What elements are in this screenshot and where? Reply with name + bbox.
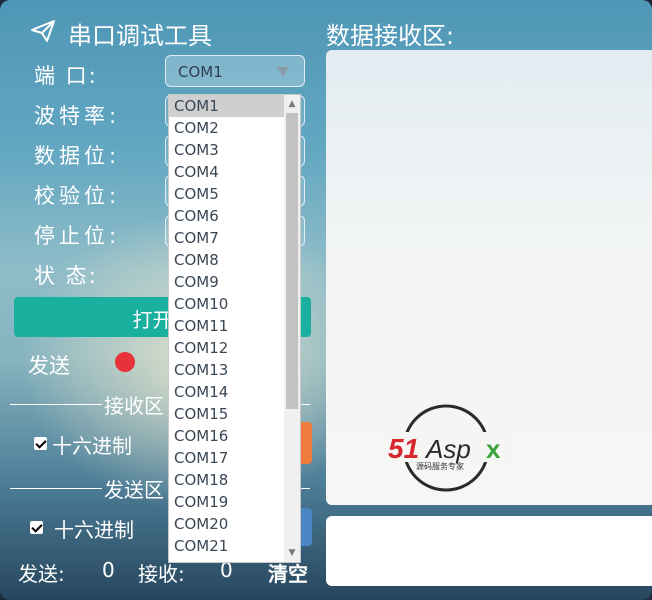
dropdown-option[interactable]: COM18: [169, 469, 285, 491]
dropdown-arrow-icon[interactable]: [277, 67, 289, 77]
dropdown-scrollbar[interactable]: ▲ ▼: [284, 95, 300, 562]
svg-text:源码服务专家: 源码服务专家: [416, 461, 464, 471]
scroll-down-icon[interactable]: ▼: [286, 546, 298, 560]
receive-area-title: 数据接收区:: [326, 22, 455, 50]
receive-section-label: 接收区: [104, 394, 164, 418]
dropdown-option[interactable]: COM13: [169, 359, 285, 381]
dropdown-option[interactable]: COM7: [169, 227, 285, 249]
divider: [10, 404, 102, 405]
paper-plane-icon: [31, 20, 55, 42]
data-bits-label: 数据位:: [34, 144, 121, 168]
dropdown-option[interactable]: COM14: [169, 381, 285, 403]
stop-bits-label: 停止位:: [34, 224, 121, 248]
send-indicator-dot: [115, 352, 135, 372]
scroll-up-icon[interactable]: ▲: [286, 97, 298, 111]
watermark-logo: 51 Asp x 源码服务专家: [386, 404, 512, 492]
dropdown-option[interactable]: COM20: [169, 513, 285, 535]
dropdown-option[interactable]: COM19: [169, 491, 285, 513]
port-label: 端 口:: [34, 64, 98, 88]
receive-action-button[interactable]: [300, 422, 312, 464]
send-action-button[interactable]: [300, 508, 312, 546]
port-dropdown-list[interactable]: COM1 COM2 COM3 COM4 COM5 COM6 COM7 COM8 COM9 COM1…: [168, 94, 301, 563]
scrollbar-thumb[interactable]: [286, 113, 298, 409]
dropdown-option[interactable]: COM9: [169, 271, 285, 293]
send-hex-checkbox[interactable]: [30, 521, 43, 534]
send-count-value: 0: [102, 558, 115, 582]
svg-text:x: x: [486, 434, 501, 464]
svg-text:Asp: Asp: [424, 434, 471, 464]
port-select-value: COM1: [178, 63, 223, 81]
app-title: 串口调试工具: [68, 22, 212, 50]
svg-text:51: 51: [388, 433, 419, 464]
send-status-label: 发送: [28, 354, 70, 378]
receive-hex-checkbox[interactable]: [34, 437, 47, 450]
dropdown-option[interactable]: COM4: [169, 161, 285, 183]
send-textarea[interactable]: [326, 516, 652, 586]
send-hex-label: 十六进制: [54, 518, 134, 542]
dropdown-option[interactable]: COM21: [169, 535, 285, 557]
dropdown-option[interactable]: COM11: [169, 315, 285, 337]
dropdown-option[interactable]: COM15: [169, 403, 285, 425]
receive-hex-label: 十六进制: [52, 434, 132, 458]
app-window: 串口调试工具 数据接收区: 端 口: 波特率: 数据位: 校验位: 停止位: 状…: [0, 0, 652, 600]
dropdown-option[interactable]: COM12: [169, 337, 285, 359]
dropdown-option[interactable]: COM6: [169, 205, 285, 227]
baud-rate-label: 波特率:: [34, 104, 121, 128]
dropdown-option[interactable]: COM5: [169, 183, 285, 205]
dropdown-option[interactable]: COM1: [169, 95, 285, 117]
dropdown-option[interactable]: COM8: [169, 249, 285, 271]
divider: [10, 488, 102, 489]
status-label: 状 态:: [34, 264, 98, 288]
dropdown-option[interactable]: COM10: [169, 293, 285, 315]
send-section-label: 发送区: [104, 478, 164, 502]
dropdown-option[interactable]: COM17: [169, 447, 285, 469]
port-select[interactable]: COM1: [165, 55, 305, 87]
parity-label: 校验位:: [34, 184, 121, 208]
dropdown-option[interactable]: COM3: [169, 139, 285, 161]
dropdown-option[interactable]: COM2: [169, 117, 285, 139]
send-count-label: 发送:: [18, 562, 65, 586]
dropdown-option[interactable]: COM16: [169, 425, 285, 447]
